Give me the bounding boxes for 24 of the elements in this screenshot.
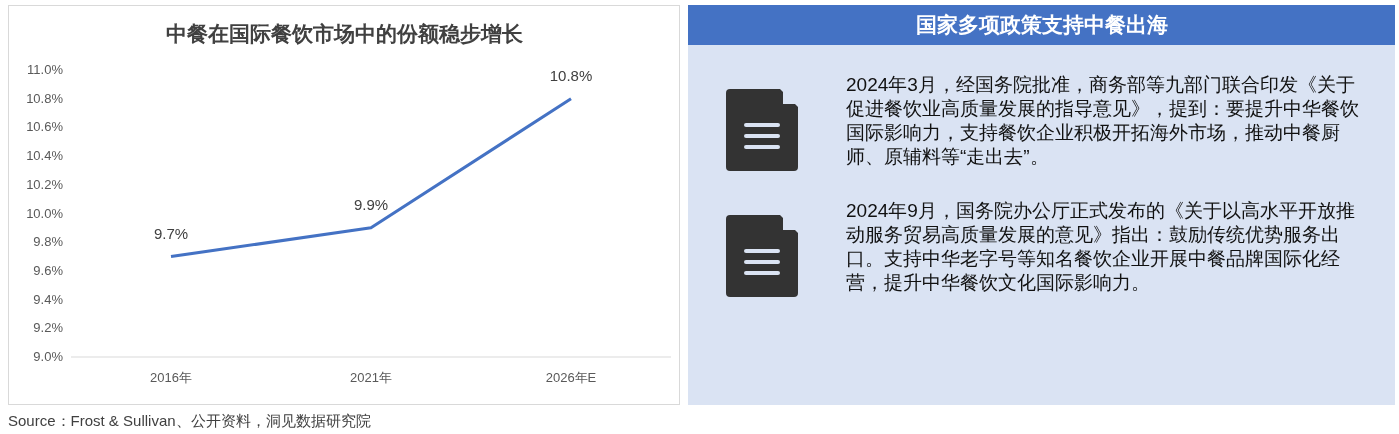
- data-label: 9.9%: [353, 195, 389, 213]
- policy-text: 2024年9月，国务院办公厅正式发布的《关于以高水平开放推动服务贸易高质量发展的意见》指出：鼓励传统优势服务出口。支持中华老字号等知名餐饮企业开展中餐品牌国际化经营，提升中华餐饮文化国际影响力。: [846, 199, 1356, 295]
- y-tick-label: 10.8%: [26, 90, 63, 106]
- x-tick-label: 2021年: [350, 370, 392, 385]
- x-tick-label: 2016年: [150, 370, 192, 385]
- y-tick-label: 10.2%: [26, 176, 63, 192]
- data-label: 9.7%: [153, 224, 189, 242]
- policy-text: 2024年3月，经国务院批准，商务部等九部门联合印发《关于促进餐饮业高质量发展的指导意见》，提到：要提升中华餐饮国际影响力，支持餐饮企业积极开拓海外市场，推动中餐厨师、原辅料等“走出去”。: [846, 73, 1360, 169]
- y-tick-label: 9.0%: [33, 349, 63, 364]
- document-icon: [726, 215, 798, 297]
- y-tick-label: 10.0%: [26, 205, 63, 221]
- panel-header: 国家多项政策支持中餐出海: [688, 5, 1395, 45]
- data-label: 10.8%: [549, 66, 593, 84]
- y-tick-label: 9.2%: [33, 320, 63, 336]
- y-tick-label: 10.4%: [26, 148, 63, 164]
- y-tick-label: 9.6%: [33, 262, 63, 278]
- y-tick-label: 9.8%: [33, 234, 63, 250]
- y-tick-label: 11.0%: [27, 62, 63, 77]
- source-note: Source：Frost & Sullivan、公开资料，洞见数据研究院: [8, 412, 372, 431]
- chart-title: 中餐在国际餐饮市场中的份额稳步增长: [165, 21, 523, 47]
- y-tick-label: 9.4%: [33, 291, 63, 307]
- x-tick-label: 2026年E: [545, 370, 597, 385]
- y-tick-label: 10.6%: [26, 119, 63, 135]
- document-icon: [726, 89, 798, 171]
